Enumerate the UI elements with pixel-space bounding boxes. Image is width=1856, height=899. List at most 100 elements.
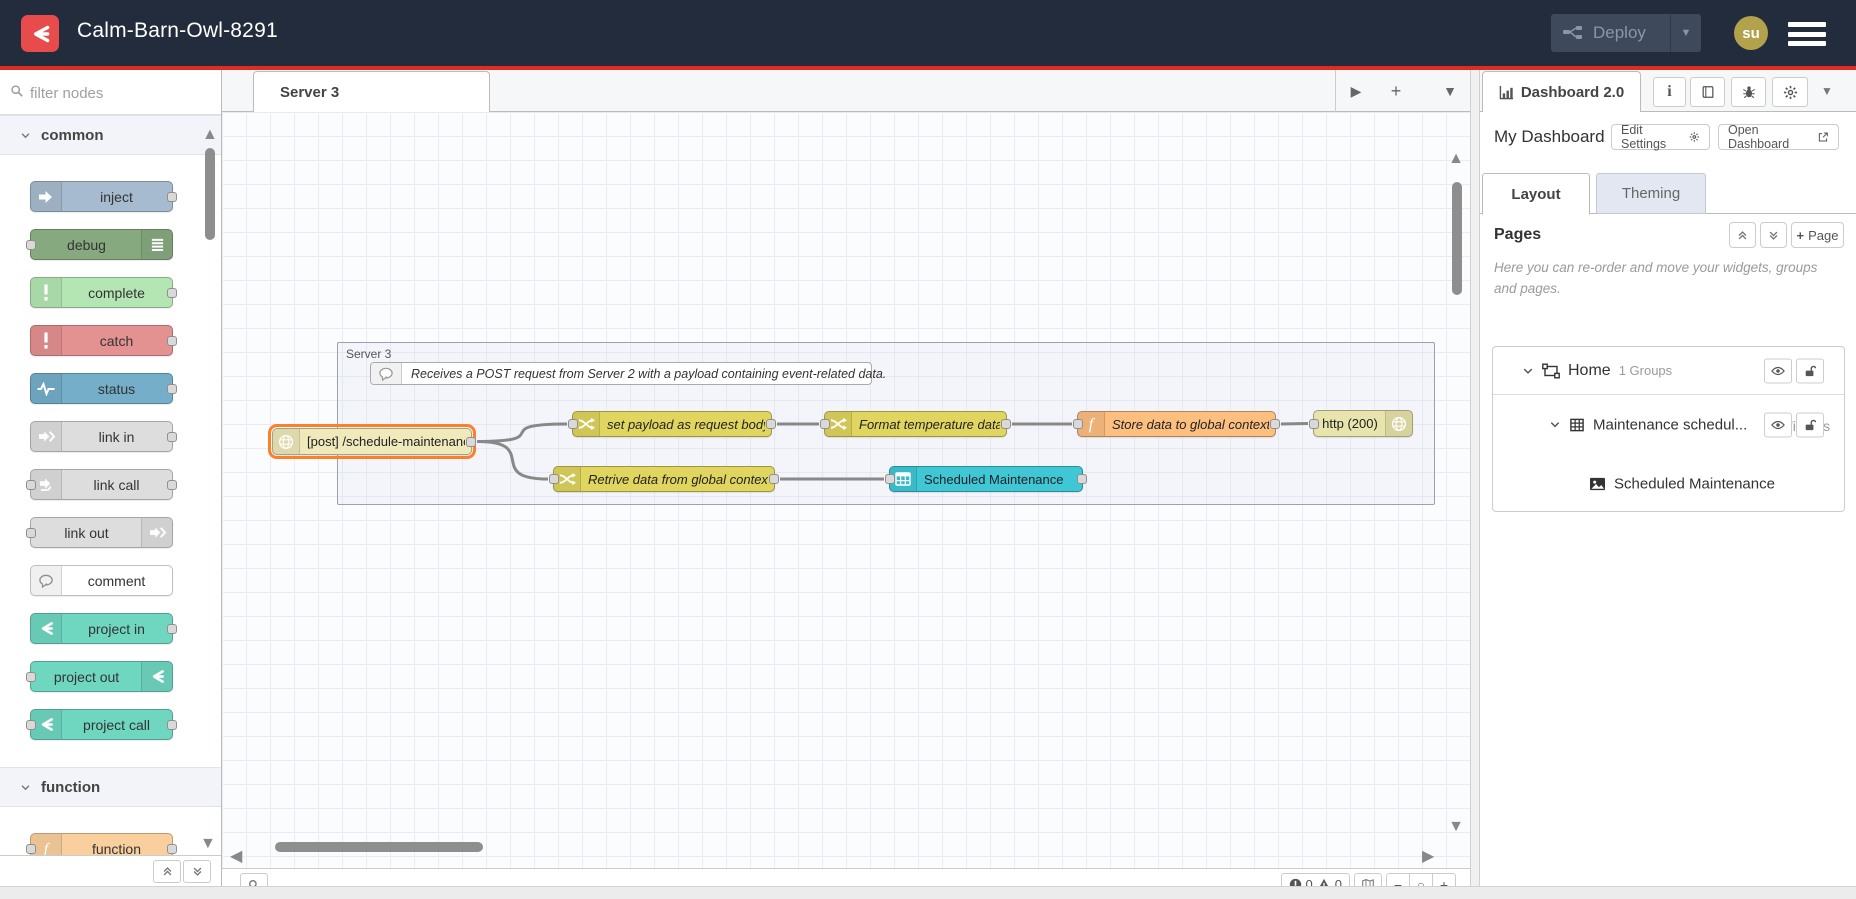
dashboard-sidebar-content: My Dashboard Edit Settings Open Dashboar… [1480, 112, 1856, 886]
palette-filter-input[interactable] [28, 80, 192, 106]
chevron-down-icon[interactable] [1522, 365, 1534, 377]
palette-node-label: complete [88, 284, 145, 301]
add-page-button[interactable]: + Page [1791, 222, 1844, 248]
tree-row-group-maintenance[interactable]: 1 Widgets Maintenance schedul... [1493, 395, 1844, 454]
output-port[interactable] [1077, 474, 1087, 484]
input-port[interactable] [26, 843, 36, 854]
comment-node[interactable]: Receives a POST request from Server 2 wi… [370, 362, 886, 385]
output-port[interactable] [167, 383, 177, 394]
output-port[interactable] [167, 287, 177, 298]
input-port[interactable] [568, 419, 578, 429]
exclaim-icon [31, 326, 62, 355]
palette-category-common[interactable]: common [0, 115, 221, 155]
flowfuse-logo-icon[interactable] [21, 15, 59, 52]
input-port[interactable] [26, 671, 36, 682]
input-port[interactable] [1073, 419, 1083, 429]
group-unlock-button[interactable] [1796, 412, 1824, 437]
palette-node-link-in[interactable]: link in [30, 421, 177, 452]
flow-node-table[interactable]: Scheduled Maintenance [885, 466, 1087, 492]
output-port[interactable] [167, 335, 177, 346]
deploy-button[interactable]: Deploy ▼ [1551, 14, 1701, 52]
sidebar-tab-dashboard[interactable]: Dashboard 2.0 [1482, 71, 1641, 112]
canvas-scroll-down-icon[interactable]: ▼ [1448, 818, 1464, 836]
help-tab-button[interactable] [1690, 77, 1725, 107]
palette-node-catch[interactable]: catch [30, 325, 177, 356]
output-port[interactable] [466, 436, 476, 447]
output-port[interactable] [1001, 419, 1011, 429]
page-unlock-button[interactable] [1796, 358, 1824, 383]
info-tab-button[interactable]: i [1653, 77, 1686, 107]
open-dashboard-button[interactable]: Open Dashboard [1718, 123, 1839, 151]
palette-scroll-up-icon[interactable]: ▲ [202, 126, 218, 144]
palette-node-complete[interactable]: complete [30, 277, 177, 308]
tree-row-widget-scheduled-maintenance[interactable]: Scheduled Maintenance [1493, 454, 1844, 513]
flow-node-store[interactable]: f Store data to global context [1073, 411, 1280, 437]
output-port[interactable] [167, 431, 177, 442]
tab-layout[interactable]: Layout [1482, 173, 1590, 215]
output-port[interactable] [1270, 419, 1280, 429]
palette-node-link-out[interactable]: link out [26, 517, 173, 548]
svg-text:f: f [1089, 416, 1096, 433]
flow-node-retrive[interactable]: Retrive data from global context [549, 466, 779, 492]
edit-settings-button[interactable]: Edit Settings [1611, 123, 1710, 151]
palette-scrollbar[interactable] [205, 148, 215, 240]
palette-node-project-out[interactable]: project out [26, 661, 173, 692]
palette-node-link-call[interactable]: link call [26, 469, 177, 500]
collap​se-pages-button[interactable] [1729, 222, 1756, 248]
output-port[interactable] [167, 843, 177, 854]
canvas-scroll-right-icon[interactable]: ▶ [1422, 846, 1434, 866]
canvas-vertical-scrollbar[interactable] [1452, 182, 1462, 295]
palette-scroll-down-icon[interactable]: ▼ [200, 835, 216, 853]
output-port[interactable] [167, 719, 177, 730]
sidebar-resize-handle[interactable] [1470, 70, 1480, 886]
flow-node-format[interactable]: Format temperature data. [820, 411, 1011, 437]
flow-node-http200[interactable]: http (200) [1309, 410, 1413, 437]
output-port[interactable] [769, 474, 779, 484]
chevron-down-icon [20, 782, 31, 793]
settings-tab-button[interactable] [1772, 77, 1808, 107]
group-visibility-button[interactable] [1764, 412, 1792, 437]
canvas-horizontal-scrollbar[interactable] [275, 842, 483, 852]
input-port[interactable] [549, 474, 559, 484]
palette-collapse-all-button[interactable] [153, 860, 181, 883]
flow-list-caret[interactable]: ▼ [1430, 83, 1470, 99]
user-avatar[interactable]: su [1734, 16, 1768, 50]
tab-scroll-right-icon[interactable]: ▶ [1336, 83, 1376, 100]
flow-node-set[interactable]: set payload as request body [568, 411, 776, 437]
input-port[interactable] [1309, 418, 1319, 429]
main-menu-button[interactable] [1788, 22, 1826, 46]
flow-node-httpin[interactable]: [post] /schedule-maintenance [268, 424, 476, 459]
output-port[interactable] [766, 419, 776, 429]
input-port[interactable] [26, 527, 36, 538]
flow-tab-server3[interactable]: Server 3 [253, 71, 490, 112]
page-visibility-button[interactable] [1764, 358, 1792, 383]
palette-node-inject[interactable]: inject [30, 181, 177, 212]
input-port[interactable] [820, 419, 830, 429]
palette-category-function[interactable]: function [0, 767, 221, 807]
flow-canvas-grid[interactable]: Server 3 Receives a POST request from Se… [222, 112, 1470, 868]
palette-node-comment[interactable]: comment [30, 565, 173, 596]
output-port[interactable] [167, 479, 177, 490]
chevron-down-icon[interactable] [1549, 419, 1561, 431]
deploy-options-caret[interactable]: ▼ [1671, 27, 1701, 39]
canvas-scroll-up-icon[interactable]: ▲ [1448, 150, 1464, 168]
sidebar-tabs-caret[interactable]: ▼ [1821, 84, 1833, 98]
add-flow-button[interactable]: + [1376, 81, 1416, 102]
output-port[interactable] [167, 623, 177, 634]
input-port[interactable] [885, 474, 895, 484]
palette-node-status[interactable]: status [30, 373, 177, 404]
expand-pages-button[interactable] [1760, 222, 1787, 248]
input-port[interactable] [26, 719, 36, 730]
flow-node-label: Store data to global context [1112, 416, 1269, 432]
canvas-scroll-left-icon[interactable]: ◀ [230, 846, 242, 866]
tree-row-page-home[interactable]: Home 1 Groups [1493, 347, 1844, 395]
input-port[interactable] [26, 239, 36, 250]
palette-node-project-call[interactable]: project call [26, 709, 177, 740]
palette-node-project-in[interactable]: project in [30, 613, 177, 644]
palette-node-debug[interactable]: debug [26, 229, 173, 260]
input-port[interactable] [26, 479, 36, 490]
tab-theming[interactable]: Theming [1596, 173, 1706, 214]
debug-tab-button[interactable] [1731, 77, 1766, 107]
palette-expand-all-button[interactable] [183, 860, 211, 883]
output-port[interactable] [167, 191, 177, 202]
